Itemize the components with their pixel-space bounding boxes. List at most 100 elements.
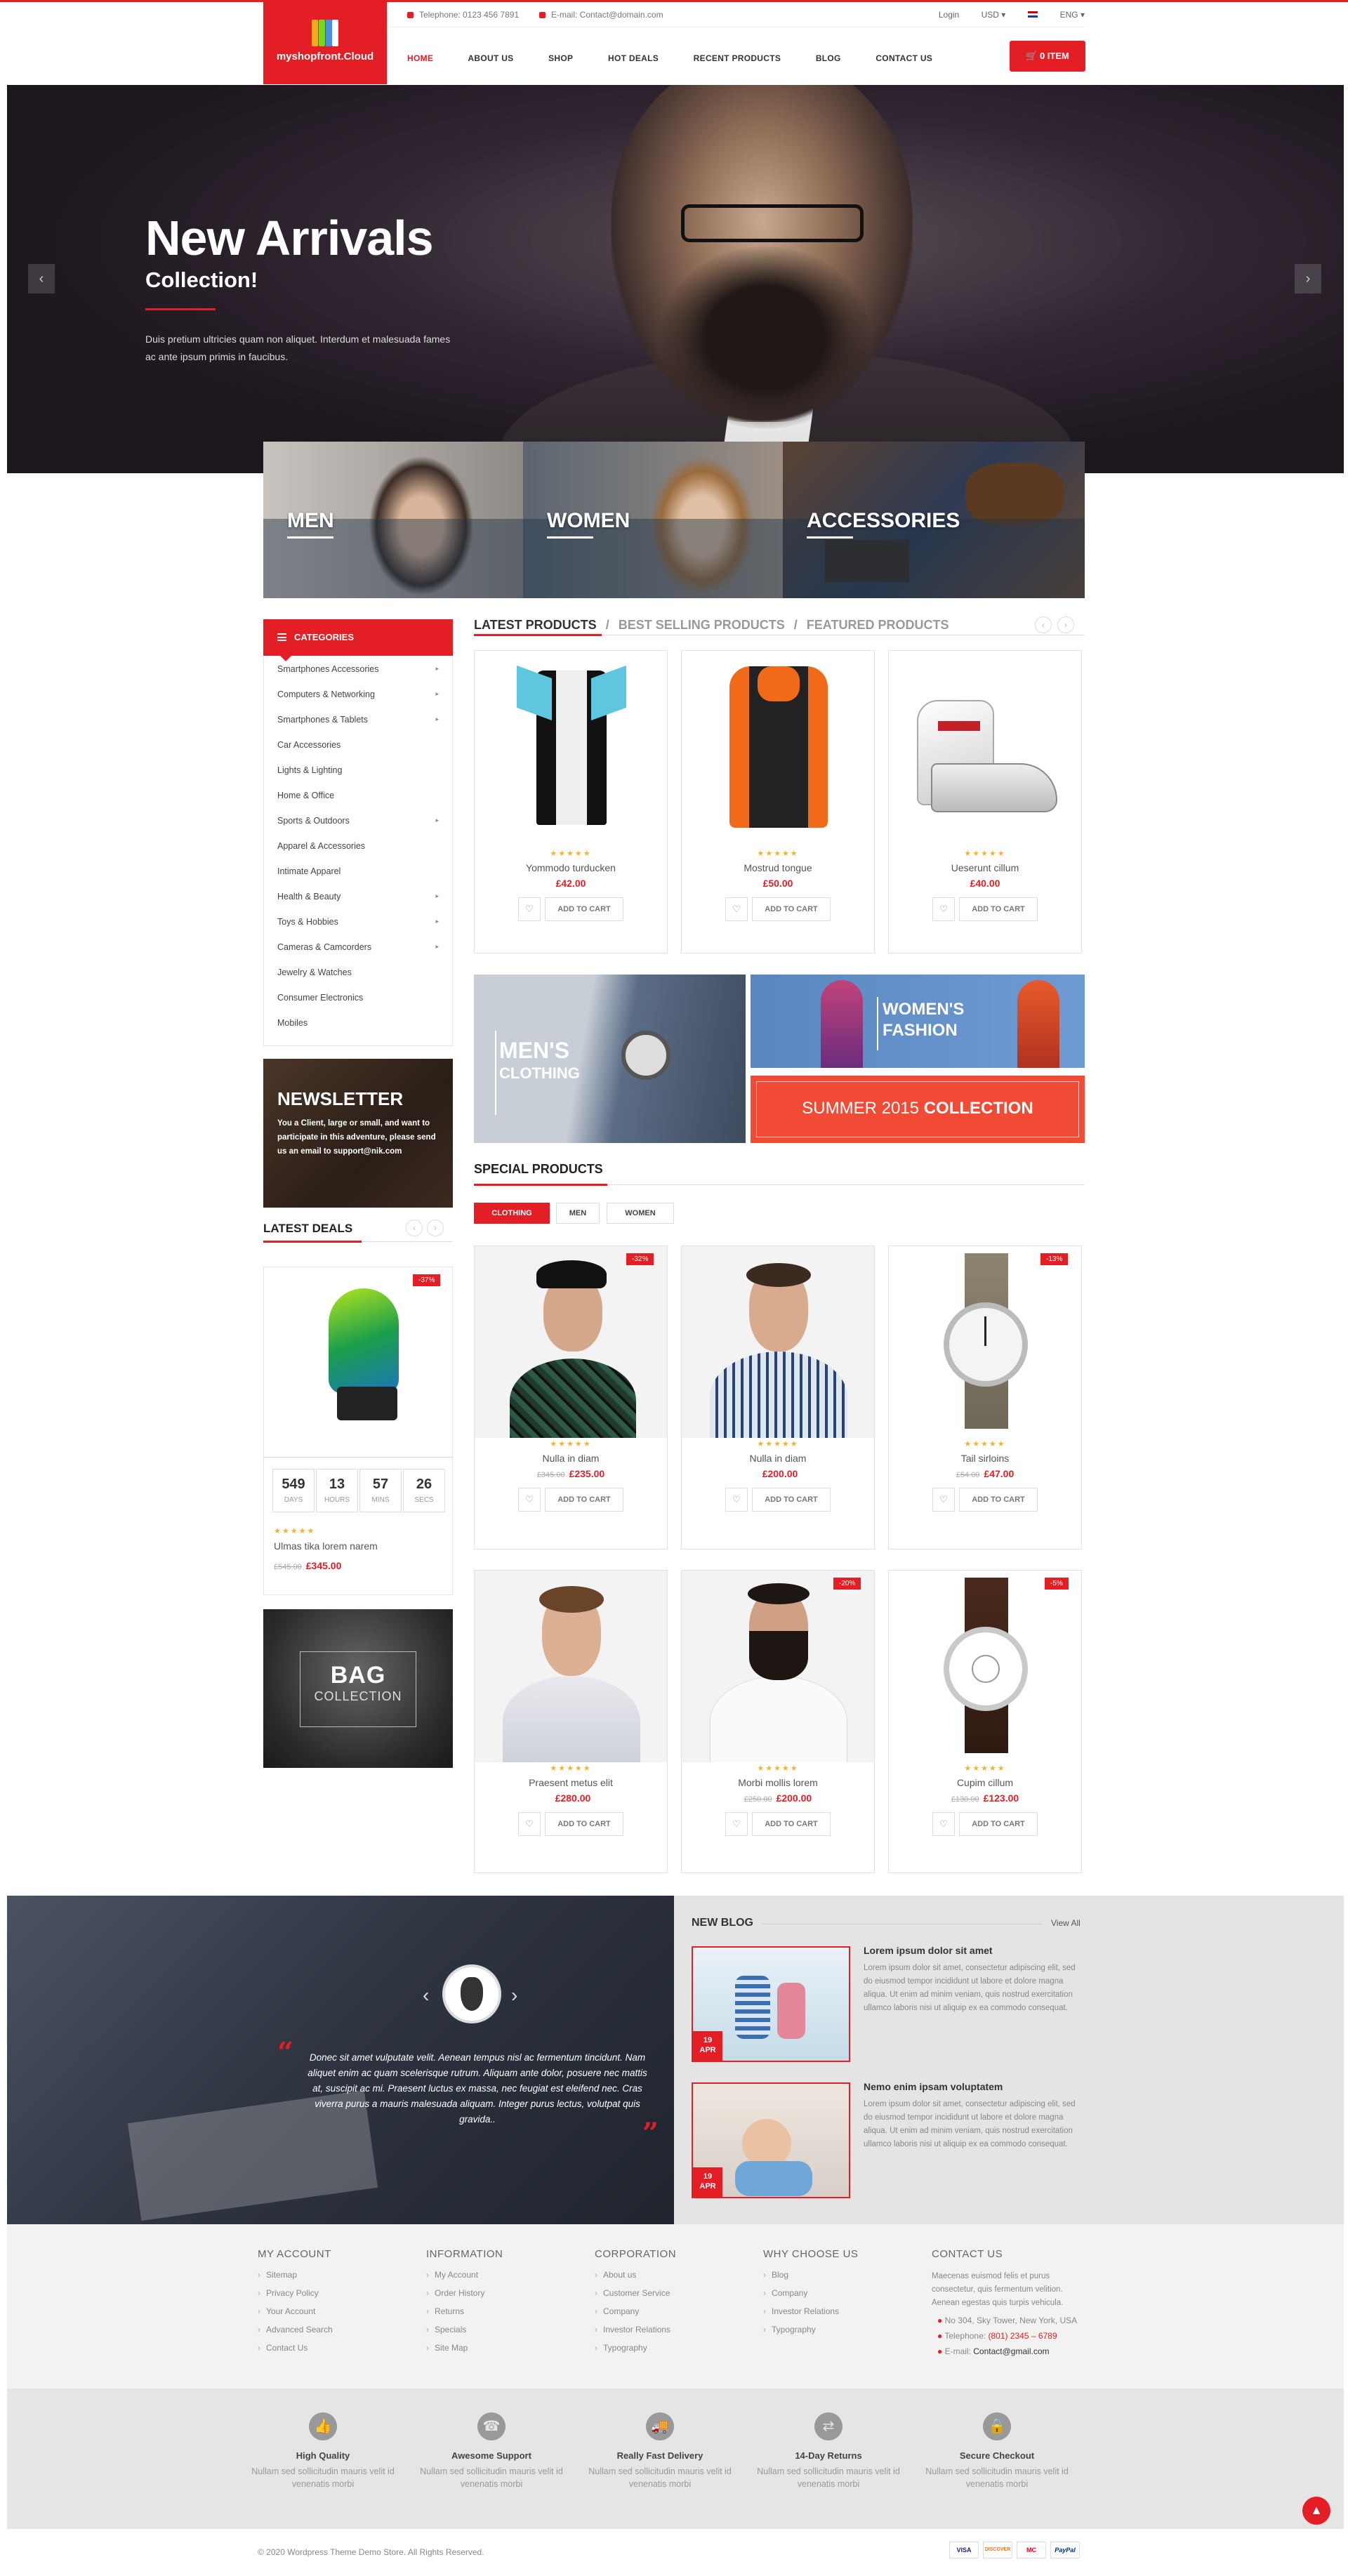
wishlist-heart-icon[interactable]: ♡: [725, 897, 748, 921]
wishlist-heart-icon[interactable]: ♡: [725, 1488, 748, 1512]
nav-hot-deals[interactable]: HOT DEALS: [608, 53, 659, 63]
footer-link[interactable]: Investor Relations: [763, 2306, 858, 2325]
deals-next-button[interactable]: ›: [427, 1220, 444, 1236]
hero-prev-arrow[interactable]: ‹: [28, 264, 55, 293]
category-item[interactable]: Smartphones & Tablets ▸: [277, 715, 439, 740]
footer-link[interactable]: Contact Us: [258, 2343, 333, 2361]
blog-post-title[interactable]: Lorem ipsum dolor sit amet: [864, 1945, 993, 1956]
footer-link[interactable]: Customer Service: [595, 2288, 676, 2306]
currency-select[interactable]: USD ▾: [982, 10, 1006, 20]
nav-contact-us[interactable]: CONTACT US: [875, 53, 932, 63]
product-name[interactable]: Morbi mollis lorem: [682, 1777, 874, 1788]
footer-link[interactable]: Company: [595, 2306, 676, 2325]
add-to-cart-button[interactable]: ADD TO CART: [752, 897, 831, 921]
add-to-cart-button[interactable]: ADD TO CART: [752, 1812, 831, 1836]
category-item[interactable]: Consumer Electronics: [277, 993, 439, 1018]
footer-link[interactable]: Sitemap: [258, 2270, 333, 2288]
blog-post-image[interactable]: 19 APR: [692, 1946, 850, 2062]
wishlist-heart-icon[interactable]: ♡: [518, 897, 541, 921]
footer-link[interactable]: Advanced Search: [258, 2325, 333, 2343]
filter-clothing[interactable]: CLOTHING: [474, 1203, 550, 1224]
tile-women[interactable]: WOMEN: [523, 442, 783, 598]
category-item[interactable]: Smartphones Accessories ▸: [277, 664, 439, 689]
category-item[interactable]: Sports & Outdoors ▸: [277, 816, 439, 841]
filter-men[interactable]: MEN: [556, 1203, 600, 1224]
mens-clothing-banner[interactable]: MEN'S CLOTHING: [474, 975, 746, 1143]
tab-best-selling[interactable]: BEST SELLING PRODUCTS: [619, 618, 785, 632]
testimonial-next-arrow[interactable]: ›: [511, 1984, 517, 2007]
testimonial-prev-arrow[interactable]: ‹: [423, 1984, 429, 2007]
newsletter-banner[interactable]: NEWSLETTER You a Client, large or small,…: [263, 1059, 453, 1208]
category-item[interactable]: Intimate Apparel: [277, 866, 439, 892]
footer-link[interactable]: Investor Relations: [595, 2325, 676, 2343]
summer-collection-banner[interactable]: SUMMER 2015 COLLECTION: [751, 1076, 1085, 1143]
category-item[interactable]: Toys & Hobbies ▸: [277, 917, 439, 942]
nav-home[interactable]: HOME: [407, 53, 433, 63]
product-name[interactable]: Tail sirloins: [889, 1453, 1081, 1464]
footer-link[interactable]: Typography: [595, 2343, 676, 2361]
product-card[interactable]: -32% ★★★★★ Nulla in diam £345.00 £235.00 …: [474, 1246, 668, 1550]
categories-header[interactable]: CATEGORIES: [263, 619, 453, 661]
top-email[interactable]: E-mail: Contact@domain.com: [539, 10, 663, 20]
wishlist-heart-icon[interactable]: ♡: [518, 1488, 541, 1512]
product-name[interactable]: Nulla in diam: [475, 1453, 667, 1464]
add-to-cart-button[interactable]: ADD TO CART: [959, 1812, 1038, 1836]
product-name[interactable]: Cupim cillum: [889, 1777, 1081, 1788]
category-item[interactable]: Health & Beauty ▸: [277, 892, 439, 917]
add-to-cart-button[interactable]: ADD TO CART: [545, 897, 623, 921]
hero-next-arrow[interactable]: ›: [1295, 264, 1321, 293]
footer-link[interactable]: Order History: [426, 2288, 503, 2306]
product-card[interactable]: ★★★★★ Praesent metus elit £280.00 ♡ ADD T…: [474, 1570, 668, 1873]
nav-blog[interactable]: BLOG: [816, 53, 841, 63]
filter-women[interactable]: WOMEN: [607, 1203, 674, 1224]
products-next-button[interactable]: ›: [1057, 616, 1074, 633]
product-card[interactable]: ★★★★★ Nulla in diam £200.00 ♡ ADD TO CART: [681, 1246, 875, 1550]
wishlist-heart-icon[interactable]: ♡: [725, 1812, 748, 1836]
nav-about-us[interactable]: ABOUT US: [468, 53, 513, 63]
tab-featured[interactable]: FEATURED PRODUCTS: [807, 618, 949, 632]
product-name[interactable]: Ueserunt cillum: [889, 862, 1081, 873]
product-name[interactable]: Nulla in diam: [682, 1453, 874, 1464]
wishlist-heart-icon[interactable]: ♡: [932, 897, 955, 921]
category-item[interactable]: Cameras & Camcorders ▸: [277, 942, 439, 967]
footer-link[interactable]: Returns: [426, 2306, 503, 2325]
product-card[interactable]: -5% ★★★★★ Cupim cillum £130.00 £123.00 ♡ A…: [888, 1570, 1082, 1873]
cart-button[interactable]: 🛒 0 ITEM: [1010, 41, 1085, 72]
footer-link[interactable]: Company: [763, 2288, 858, 2306]
logo[interactable]: myshopfront.Cloud: [263, 0, 387, 84]
category-item[interactable]: Mobiles: [277, 1018, 439, 1043]
product-name[interactable]: Mostrud tongue: [682, 862, 874, 873]
wishlist-heart-icon[interactable]: ♡: [932, 1812, 955, 1836]
category-item[interactable]: Home & Office: [277, 791, 439, 816]
add-to-cart-button[interactable]: ADD TO CART: [545, 1812, 623, 1836]
add-to-cart-button[interactable]: ADD TO CART: [959, 897, 1038, 921]
back-to-top-button[interactable]: ▲: [1302, 2497, 1330, 2525]
add-to-cart-button[interactable]: ADD TO CART: [959, 1488, 1038, 1512]
product-card[interactable]: -20% ★★★★★ Morbi mollis lorem £250.00 £20…: [681, 1570, 875, 1873]
wishlist-heart-icon[interactable]: ♡: [518, 1812, 541, 1836]
tile-accessories[interactable]: ACCESSORIES: [783, 442, 1085, 598]
category-item[interactable]: Computers & Networking ▸: [277, 689, 439, 715]
product-card[interactable]: ★★★★★ Yommodo turducken £42.00 ♡ ADD TO C…: [474, 650, 668, 953]
products-prev-button[interactable]: ‹: [1035, 616, 1052, 633]
footer-link[interactable]: Typography: [763, 2325, 858, 2343]
product-name[interactable]: Praesent metus elit: [475, 1777, 667, 1788]
language-select[interactable]: ENG ▾: [1027, 10, 1085, 20]
bag-collection-banner[interactable]: BAG COLLECTION: [263, 1609, 453, 1768]
product-name[interactable]: Yommodo turducken: [475, 862, 667, 873]
footer-link[interactable]: Blog: [763, 2270, 858, 2288]
deal-product-name[interactable]: Ulmas tika lorem narem: [274, 1540, 378, 1552]
add-to-cart-button[interactable]: ADD TO CART: [752, 1488, 831, 1512]
category-item[interactable]: Lights & Lighting: [277, 765, 439, 791]
category-item[interactable]: Car Accessories: [277, 740, 439, 765]
footer-link[interactable]: Site Map: [426, 2343, 503, 2361]
footer-link[interactable]: Specials: [426, 2325, 503, 2343]
add-to-cart-button[interactable]: ADD TO CART: [545, 1488, 623, 1512]
footer-link[interactable]: Privacy Policy: [258, 2288, 333, 2306]
blog-post-image[interactable]: 19 APR: [692, 2082, 850, 2198]
blog-view-all-link[interactable]: View All: [1051, 1918, 1081, 1928]
tile-men[interactable]: MEN: [263, 442, 523, 598]
product-card[interactable]: ★★★★★ Mostrud tongue £50.00 ♡ ADD TO CART: [681, 650, 875, 953]
product-card[interactable]: ★★★★★ Ueserunt cillum £40.00 ♡ ADD TO CAR…: [888, 650, 1082, 953]
category-item[interactable]: Apparel & Accessories: [277, 841, 439, 866]
